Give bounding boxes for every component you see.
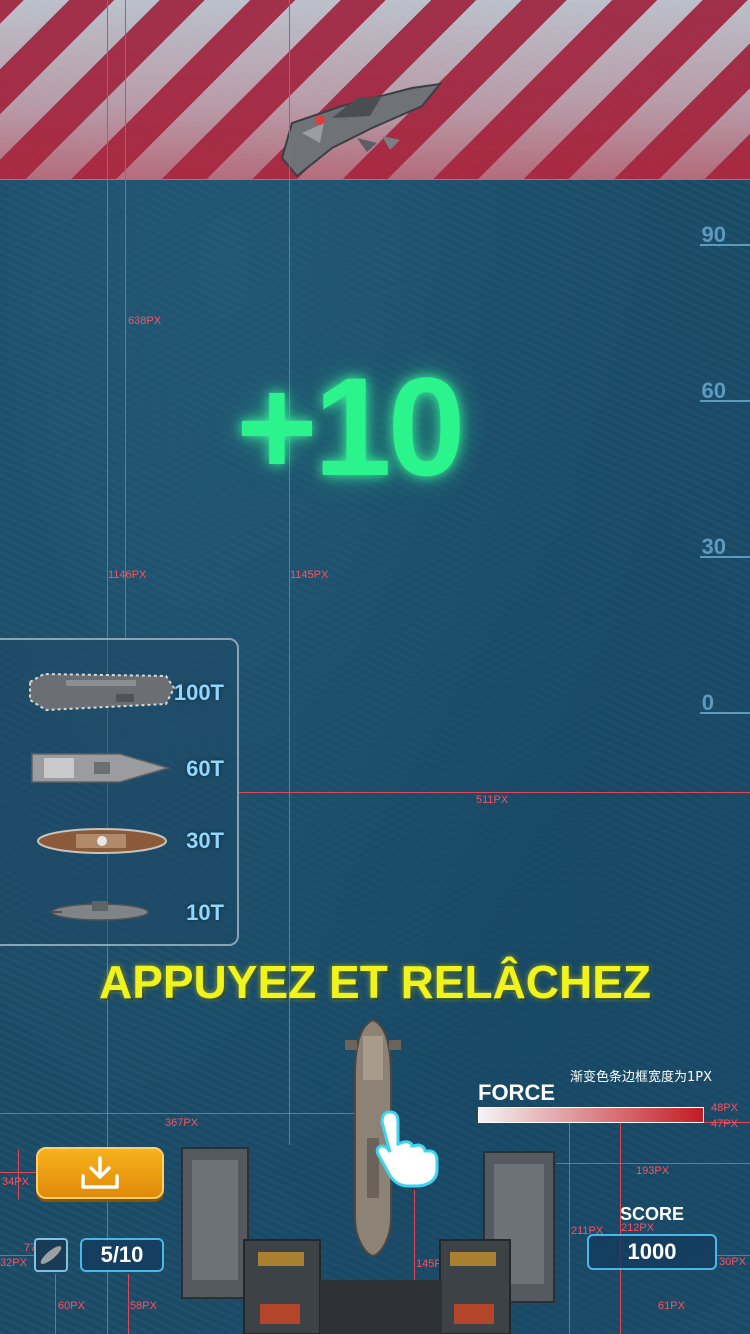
guide-line [239, 792, 750, 793]
score-popup: +10 [236, 348, 465, 505]
submarine-icon [50, 901, 149, 921]
dimension-label: 34PX [2, 1176, 29, 1188]
tonnage-label: 10T [186, 900, 224, 925]
submarine-icon [40, 1246, 62, 1264]
aircraft-carrier-icon [29, 672, 176, 712]
dimension-label: 32PX [0, 1257, 27, 1269]
dimension-label: 193PX [636, 1165, 670, 1177]
tonnage-label: 100T [173, 680, 224, 705]
guide-line [569, 1122, 570, 1334]
force-label: FORCE [478, 1080, 555, 1105]
legend-row: 100T [0, 664, 234, 724]
scale-tick [700, 712, 750, 714]
force-meter [478, 1107, 704, 1123]
score-label: SCORE [620, 1204, 685, 1224]
tap-hint-hand-icon [375, 1110, 439, 1188]
legend-row: 30T [0, 812, 234, 872]
dimension-label: 61PX [658, 1300, 685, 1312]
download-icon [81, 1156, 119, 1189]
tonnage-label: 60T [186, 756, 224, 781]
guide-line [55, 1274, 56, 1334]
guide-line [0, 1113, 372, 1114]
cruiser-icon [31, 753, 170, 783]
ship-thumbnail [34, 1238, 68, 1272]
guide-line [125, 0, 126, 640]
guide-line [556, 1163, 750, 1164]
dimension-label: 511PX [476, 794, 509, 806]
score-value: 1000 [587, 1234, 717, 1270]
battleship-icon [37, 828, 167, 854]
dimension-label: 47PX [711, 1118, 738, 1130]
dimension-label: 60PX [58, 1300, 85, 1312]
guide-line [0, 1172, 36, 1173]
dimension-label: 30PX [719, 1256, 746, 1268]
guide-line [18, 1150, 19, 1200]
guide-line [128, 1274, 129, 1334]
scale-tick [700, 244, 750, 246]
dimension-label: 367PX [165, 1117, 199, 1129]
download-button[interactable] [36, 1147, 164, 1199]
tonnage-label: 30T [186, 828, 224, 853]
legend-row: 10T [0, 884, 234, 944]
ammo-counter: 5/10 [80, 1238, 164, 1272]
dimension-label: 58PX [130, 1300, 157, 1312]
ship-legend: 100T 60T 30T 10T [0, 638, 239, 946]
guide-line [0, 1255, 34, 1256]
instruction-text: APPUYEZ ET RELÂCHEZ [98, 956, 652, 1008]
annotation-note: 渐变色条边框宽度为1PX [570, 1070, 713, 1085]
legend-row: 60T [0, 740, 234, 800]
dimension-label: 1145PX [290, 569, 329, 581]
scale-tick [700, 556, 750, 558]
dimension-label: 638PX [128, 315, 162, 327]
dimension-label: 48PX [711, 1102, 738, 1114]
scale-tick [700, 400, 750, 402]
dimension-label: 1146PX [108, 569, 147, 581]
